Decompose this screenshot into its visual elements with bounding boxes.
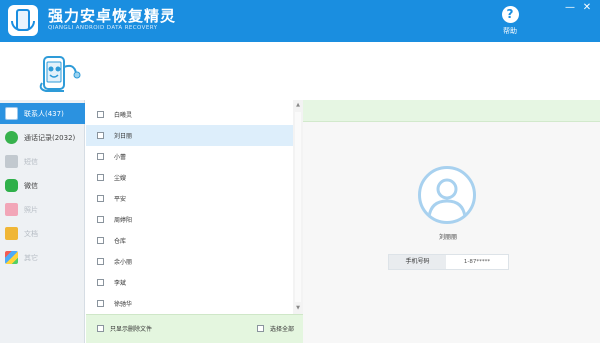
close-button[interactable]: ✕ <box>580 2 594 14</box>
item-checkbox[interactable] <box>97 258 104 265</box>
sidebar-item-label: 微信 <box>24 181 38 190</box>
list-scrollbar[interactable]: ▲ ▼ <box>293 100 303 314</box>
sidebar: 联系人(437) 通话记录(2032) 短信 微信 照片 文档 其它 <box>0 100 85 343</box>
item-checkbox[interactable] <box>97 300 104 307</box>
list-item-name: 小蕾 <box>114 154 127 161</box>
toolbar-strip <box>0 42 600 100</box>
app-title: 强力安卓恢复精灵 <box>48 7 177 25</box>
contacts-icon <box>5 107 18 120</box>
phone-recovery-logo <box>8 5 38 36</box>
app-subtitle: QIANGLI ANDROID DATA RECOVERY <box>48 25 158 31</box>
sidebar-item-label: 通话记录(2032) <box>24 133 76 142</box>
phone-mascot-icon <box>39 56 81 92</box>
contact-avatar-icon <box>418 166 476 224</box>
sidebar-item-call-log[interactable]: 通话记录(2032) <box>0 127 85 148</box>
phone-label: 手机号码 <box>389 255 446 269</box>
list-item[interactable]: 白曦灵 <box>86 104 293 125</box>
select-all-label: 选择全部 <box>270 326 295 333</box>
select-all-option[interactable]: 选择全部 <box>257 324 294 333</box>
item-checkbox[interactable] <box>97 195 104 202</box>
list-item-name: 平安 <box>114 196 127 203</box>
contact-list: 白曦灵 刘日丽 小蕾 尘嫂 平安 周婷阳 仓库 余小丽 李斌 徐驰华 ▲ ▼ 只… <box>86 100 303 343</box>
list-item[interactable]: 周婷阳 <box>86 209 293 230</box>
list-item[interactable]: 平安 <box>86 188 293 209</box>
sidebar-item-label: 文档 <box>24 229 38 238</box>
list-item[interactable]: 李斌 <box>86 272 293 293</box>
minimize-button[interactable]: — <box>563 2 577 14</box>
help-button[interactable]: ? 帮助 <box>496 6 524 40</box>
item-checkbox[interactable] <box>97 174 104 181</box>
contact-name: 刘丽丽 <box>438 234 457 241</box>
show-deleted-checkbox[interactable] <box>97 325 104 332</box>
documents-icon <box>5 227 18 240</box>
sidebar-item-wechat[interactable]: 微信 <box>0 175 85 196</box>
sidebar-item-contacts[interactable]: 联系人(437) <box>0 103 85 124</box>
list-item-name: 刘日丽 <box>114 133 133 140</box>
list-item[interactable]: 小蕾 <box>86 146 293 167</box>
scroll-thumb[interactable] <box>295 112 301 302</box>
list-item-name: 周婷阳 <box>114 217 133 224</box>
show-deleted-option[interactable]: 只显示删除文件 <box>97 324 152 333</box>
sidebar-item-sms[interactable]: 短信 <box>0 151 85 172</box>
sidebar-item-label: 照片 <box>24 205 38 214</box>
list-item-name: 徐驰华 <box>114 301 133 308</box>
contact-detail: 刘丽丽 手机号码 1-87***** <box>303 100 600 343</box>
list-item-name: 李斌 <box>114 280 127 287</box>
photos-icon <box>5 203 18 216</box>
sidebar-item-photos[interactable]: 照片 <box>0 199 85 220</box>
show-deleted-label: 只显示删除文件 <box>110 326 153 333</box>
other-icon <box>5 251 18 264</box>
list-footer: 只显示删除文件 选择全部 <box>86 314 303 343</box>
title-bar: 强力安卓恢复精灵 QIANGLI ANDROID DATA RECOVERY ?… <box>0 0 600 42</box>
list-item[interactable]: 尘嫂 <box>86 167 293 188</box>
select-all-checkbox[interactable] <box>257 325 264 332</box>
scroll-down-icon[interactable]: ▼ <box>295 305 301 311</box>
phone-field: 手机号码 1-87***** <box>388 254 509 270</box>
sidebar-item-documents[interactable]: 文档 <box>0 223 85 244</box>
item-checkbox[interactable] <box>97 279 104 286</box>
list-item[interactable]: 刘日丽 <box>86 125 293 146</box>
sidebar-item-label: 其它 <box>24 253 38 262</box>
list-item-name: 尘嫂 <box>114 175 127 182</box>
detail-header <box>303 100 600 122</box>
list-item-name: 白曦灵 <box>114 112 133 119</box>
sidebar-item-label: 短信 <box>24 157 38 166</box>
scroll-up-icon[interactable]: ▲ <box>295 102 301 108</box>
item-checkbox[interactable] <box>97 132 104 139</box>
item-checkbox[interactable] <box>97 153 104 160</box>
item-checkbox[interactable] <box>97 111 104 118</box>
item-checkbox[interactable] <box>97 237 104 244</box>
wechat-icon <box>5 179 18 192</box>
list-item-name: 余小丽 <box>114 259 133 266</box>
help-label: 帮助 <box>503 27 517 35</box>
sms-icon <box>5 155 18 168</box>
sidebar-item-label: 联系人(437) <box>24 109 64 118</box>
list-item-name: 仓库 <box>114 238 127 245</box>
sidebar-item-other[interactable]: 其它 <box>0 247 85 268</box>
list-item[interactable]: 余小丽 <box>86 251 293 272</box>
help-icon: ? <box>501 6 519 23</box>
phone-value: 1-87***** <box>446 255 508 269</box>
item-checkbox[interactable] <box>97 216 104 223</box>
list-item[interactable]: 徐驰华 <box>86 293 293 314</box>
list-item[interactable]: 仓库 <box>86 230 293 251</box>
call-log-icon <box>5 131 18 144</box>
